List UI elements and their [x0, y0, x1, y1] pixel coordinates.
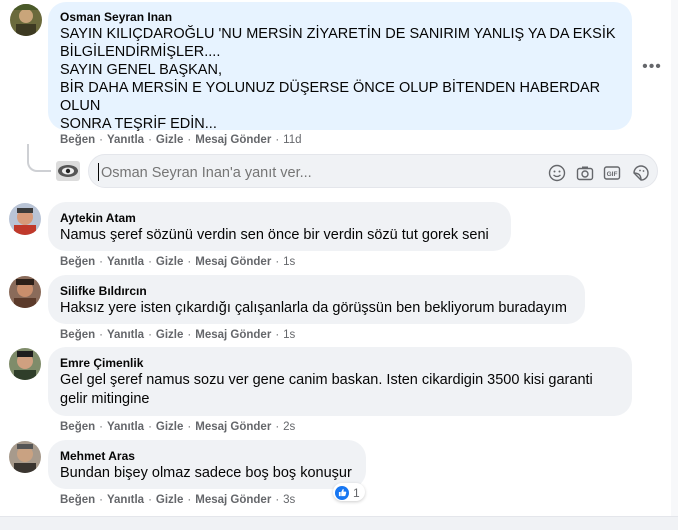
comment-author[interactable]: Mehmet Aras — [60, 448, 354, 464]
comment-timestamp[interactable]: 11d — [283, 134, 301, 146]
reply-action[interactable]: Yanıtla — [107, 256, 144, 268]
avatar[interactable] — [9, 441, 41, 473]
message-action[interactable]: Mesaj Gönder — [195, 494, 271, 506]
comment-bubble: Silifke Bıldırcın Haksız yere isten çıka… — [48, 275, 585, 324]
avatar[interactable] — [9, 276, 41, 308]
comment-bubble: Aytekin Atam Namus şeref sözünü verdin s… — [48, 202, 511, 251]
comment-actions: Beğen · Yanıtla · Gizle · Mesaj Gönder · 1s — [60, 256, 296, 268]
comment-text: Namus şeref sözünü verdin sen önce bir v… — [60, 227, 489, 243]
message-action[interactable]: Mesaj Gönder — [195, 329, 271, 341]
comment-bubble: Osman Seyran Inan SAYIN KILIÇDAROĞLU 'NU… — [48, 2, 632, 132]
comment-author[interactable]: Osman Seyran Inan — [60, 9, 620, 25]
more-options-icon[interactable]: ••• — [640, 58, 664, 75]
hide-action[interactable]: Gizle — [156, 134, 183, 146]
comment-timestamp[interactable]: 1s — [283, 329, 295, 341]
message-action[interactable]: Mesaj Gönder — [195, 421, 271, 433]
comment-text: Gel gel şeref namus sozu ver gene canim … — [60, 372, 593, 407]
avatar[interactable] — [9, 348, 41, 380]
comment-author[interactable]: Aytekin Atam — [60, 210, 499, 226]
like-action[interactable]: Beğen — [60, 256, 95, 268]
comment-text: Bundan bişey olmaz sadece boş boş konuşu… — [60, 465, 352, 481]
emoji-icon[interactable] — [548, 164, 566, 182]
avatar[interactable] — [9, 203, 41, 235]
svg-text:GIF: GIF — [607, 171, 618, 178]
reply-action[interactable]: Yanıtla — [107, 134, 144, 146]
comment-timestamp[interactable]: 3s — [283, 494, 295, 506]
sticker-icon[interactable] — [632, 164, 650, 182]
comment-text: SAYIN KILIÇDAROĞLU 'NU MERSİN ZİYARETİN … — [60, 26, 616, 132]
comment-bubble: Emre Çimenlik Gel gel şeref namus sozu v… — [48, 347, 632, 416]
like-action[interactable]: Beğen — [60, 134, 95, 146]
bottom-divider — [0, 516, 678, 530]
like-action[interactable]: Beğen — [60, 329, 95, 341]
comment-actions: Beğen · Yanıtla · Gizle · Mesaj Gönder · 2s — [60, 421, 296, 433]
like-reaction-icon — [335, 485, 349, 500]
reply-composer[interactable]: GIF — [88, 154, 658, 188]
hide-action[interactable]: Gizle — [156, 329, 183, 341]
current-user-avatar — [56, 161, 80, 181]
thread-line — [27, 144, 51, 172]
reply-action[interactable]: Yanıtla — [107, 421, 144, 433]
reaction-number: 1 — [353, 485, 360, 500]
avatar[interactable] — [10, 4, 42, 36]
comment-timestamp[interactable]: 1s — [283, 256, 295, 268]
message-action[interactable]: Mesaj Gönder — [195, 134, 271, 146]
reply-input[interactable] — [99, 163, 523, 183]
comment-actions: Beğen · Yanıtla · Gizle · Mesaj Gönder · 3s — [60, 494, 296, 506]
like-action[interactable]: Beğen — [60, 494, 95, 506]
scroll-gutter — [671, 0, 678, 516]
hide-action[interactable]: Gizle — [156, 256, 183, 268]
reply-action[interactable]: Yanıtla — [107, 494, 144, 506]
like-action[interactable]: Beğen — [60, 421, 95, 433]
comment-bubble: Mehmet Aras Bundan bişey olmaz sadece bo… — [48, 440, 366, 489]
comment-actions: Beğen · Yanıtla · Gizle · Mesaj Gönder · 11d — [60, 134, 302, 146]
comment-text: Haksız yere isten çıkardığı çalışanlarla… — [60, 300, 567, 316]
message-action[interactable]: Mesaj Gönder — [195, 256, 271, 268]
hide-action[interactable]: Gizle — [156, 494, 183, 506]
comment-author[interactable]: Silifke Bıldırcın — [60, 283, 573, 299]
reaction-count[interactable]: 1 — [333, 483, 365, 501]
reply-action[interactable]: Yanıtla — [107, 329, 144, 341]
comment-actions: Beğen · Yanıtla · Gizle · Mesaj Gönder · 1s — [60, 329, 296, 341]
hide-action[interactable]: Gizle — [156, 421, 183, 433]
camera-icon[interactable] — [576, 164, 594, 182]
gif-icon[interactable]: GIF — [603, 164, 621, 182]
comment-author[interactable]: Emre Çimenlik — [60, 355, 620, 371]
comment-timestamp[interactable]: 2s — [283, 421, 295, 433]
